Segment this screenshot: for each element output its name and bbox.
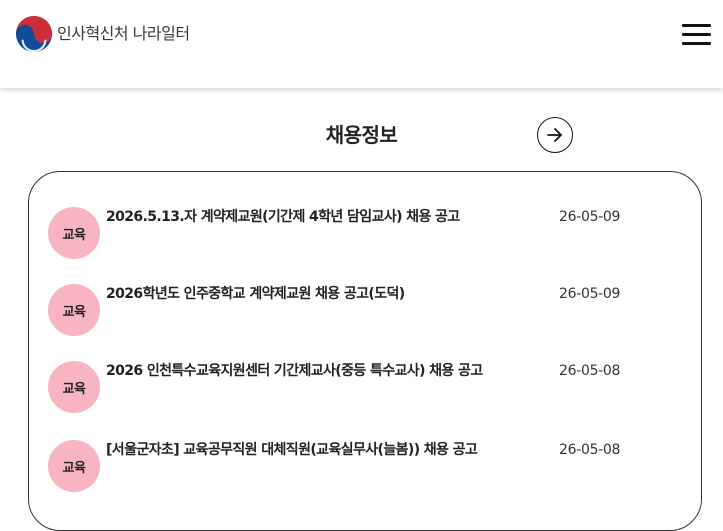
job-date: 26-05-09 <box>559 286 621 302</box>
menu-icon-line-middle <box>682 33 711 36</box>
more-button[interactable] <box>537 117 573 153</box>
menu-button[interactable] <box>682 22 711 48</box>
site-logo-text: 인사혁신처 나라일터 <box>57 24 190 43</box>
job-list-item[interactable]: 교육 2026.5.13.자 계약제교원(기간제 4학년 담임교사) 채용 공고… <box>29 202 701 262</box>
job-date: 26-05-08 <box>559 442 621 458</box>
menu-icon-line-bottom <box>682 42 711 45</box>
site-logo[interactable]: 인사혁신처 나라일터 <box>15 15 190 53</box>
job-date: 26-05-09 <box>559 209 621 225</box>
category-badge: 교육 <box>48 284 100 336</box>
job-title[interactable]: 2026.5.13.자 계약제교원(기간제 4학년 담임교사) 채용 공고 <box>106 207 546 227</box>
job-title[interactable]: 2026학년도 인주중학교 계약제교원 채용 공고(도덕) <box>106 284 546 304</box>
category-badge: 교육 <box>48 440 100 492</box>
job-title[interactable]: 2026 인천특수교육지원센터 기간제교사(중등 특수교사) 채용 공고 <box>106 361 546 381</box>
category-badge: 교육 <box>48 207 100 259</box>
job-title[interactable]: [서울군자초] 교육공무직원 대체직원(교육실무사(늘봄)) 채용 공고 <box>106 440 546 460</box>
job-list-item[interactable]: 교육 2026 인천특수교육지원센터 기간제교사(중등 특수교사) 채용 공고 … <box>29 358 701 418</box>
job-list-card: 교육 2026.5.13.자 계약제교원(기간제 4학년 담임교사) 채용 공고… <box>28 171 702 531</box>
top-header: 인사혁신처 나라일터 <box>0 0 723 88</box>
job-date: 26-05-08 <box>559 363 621 379</box>
menu-icon-line-top <box>682 24 711 27</box>
taeguk-logo-icon <box>15 15 53 53</box>
category-badge: 교육 <box>48 361 100 413</box>
section-title: 채용정보 <box>325 123 398 147</box>
job-list-item[interactable]: 교육 2026학년도 인주중학교 계약제교원 채용 공고(도덕) 26-05-0… <box>29 280 701 340</box>
arrow-right-icon <box>547 128 562 142</box>
job-list-item[interactable]: 교육 [서울군자초] 교육공무직원 대체직원(교육실무사(늘봄)) 채용 공고 … <box>29 436 701 496</box>
